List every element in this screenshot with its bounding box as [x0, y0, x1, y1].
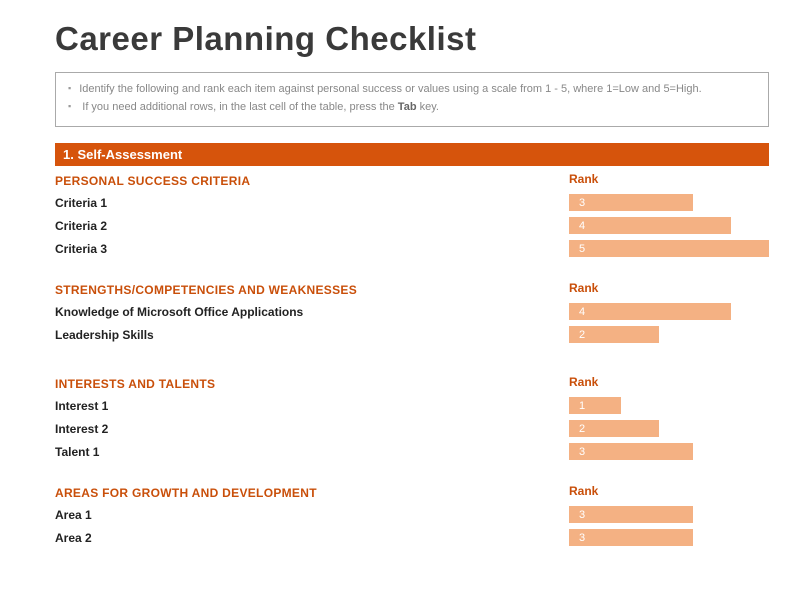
- subsection-personal-success: Rank PERSONAL SUCCESS CRITERIA Criteria …: [55, 174, 769, 257]
- item-label: Leadership Skills: [55, 328, 569, 342]
- rank-cell[interactable]: 2: [569, 420, 769, 437]
- instruction-text: key.: [417, 101, 439, 113]
- criteria-row: Interest 2 2: [55, 420, 769, 437]
- subsection-title: STRENGTHS/COMPETENCIES AND WEAKNESSES: [55, 283, 357, 297]
- rank-value: 5: [579, 243, 585, 255]
- rank-cell[interactable]: 3: [569, 506, 769, 523]
- rank-cell[interactable]: 1: [569, 397, 769, 414]
- rank-cell[interactable]: 5: [569, 240, 769, 257]
- item-label: Criteria 2: [55, 219, 569, 233]
- rank-cell[interactable]: 4: [569, 303, 769, 320]
- subsection-interests: Rank INTERESTS AND TALENTS Interest 1 1 …: [55, 377, 769, 460]
- rank-value: 2: [579, 329, 585, 341]
- rank-value: 2: [579, 423, 585, 435]
- rank-value: 4: [579, 306, 585, 318]
- rank-value: 3: [579, 197, 585, 209]
- rank-column-header: Rank: [569, 484, 769, 498]
- criteria-row: Area 1 3: [55, 506, 769, 523]
- rank-value: 3: [579, 509, 585, 521]
- subsection-title: INTERESTS AND TALENTS: [55, 377, 215, 391]
- criteria-row: Knowledge of Microsoft Office Applicatio…: [55, 303, 769, 320]
- subsection-strengths: Rank STRENGTHS/COMPETENCIES AND WEAKNESS…: [55, 283, 769, 343]
- item-label: Criteria 3: [55, 242, 569, 256]
- tab-key-label: Tab: [398, 101, 417, 113]
- item-label: Area 1: [55, 508, 569, 522]
- rank-column-header: Rank: [569, 281, 769, 295]
- criteria-row: Area 2 3: [55, 529, 769, 546]
- item-label: Talent 1: [55, 445, 569, 459]
- criteria-row: Criteria 1 3: [55, 194, 769, 211]
- subsection-title: PERSONAL SUCCESS CRITERIA: [55, 174, 250, 188]
- page-title: Career Planning Checklist: [55, 20, 769, 58]
- instruction-line-1: Identify the following and rank each ite…: [68, 81, 756, 99]
- rank-value: 1: [579, 400, 585, 412]
- subsection-growth: Rank AREAS FOR GROWTH AND DEVELOPMENT Ar…: [55, 486, 769, 546]
- rank-value: 3: [579, 532, 585, 544]
- instruction-line-2: If you need additional rows, in the last…: [68, 99, 756, 117]
- subsection-title: AREAS FOR GROWTH AND DEVELOPMENT: [55, 486, 317, 500]
- instruction-text: If you need additional rows, in the last…: [82, 101, 398, 113]
- item-label: Knowledge of Microsoft Office Applicatio…: [55, 305, 569, 319]
- item-label: Area 2: [55, 531, 569, 545]
- item-label: Interest 2: [55, 422, 569, 436]
- section-header-self-assessment: 1. Self-Assessment: [55, 143, 769, 166]
- rank-column-header: Rank: [569, 375, 769, 389]
- criteria-row: Leadership Skills 2: [55, 326, 769, 343]
- item-label: Criteria 1: [55, 196, 569, 210]
- rank-cell[interactable]: 3: [569, 194, 769, 211]
- criteria-row: Interest 1 1: [55, 397, 769, 414]
- rank-cell[interactable]: 3: [569, 529, 769, 546]
- criteria-row: Talent 1 3: [55, 443, 769, 460]
- rank-value: 4: [579, 220, 585, 232]
- instructions-box: Identify the following and rank each ite…: [55, 72, 769, 127]
- criteria-row: Criteria 2 4: [55, 217, 769, 234]
- rank-value: 3: [579, 446, 585, 458]
- rank-column-header: Rank: [569, 172, 769, 186]
- rank-cell[interactable]: 4: [569, 217, 769, 234]
- rank-cell[interactable]: 3: [569, 443, 769, 460]
- rank-cell[interactable]: 2: [569, 326, 769, 343]
- criteria-row: Criteria 3 5: [55, 240, 769, 257]
- item-label: Interest 1: [55, 399, 569, 413]
